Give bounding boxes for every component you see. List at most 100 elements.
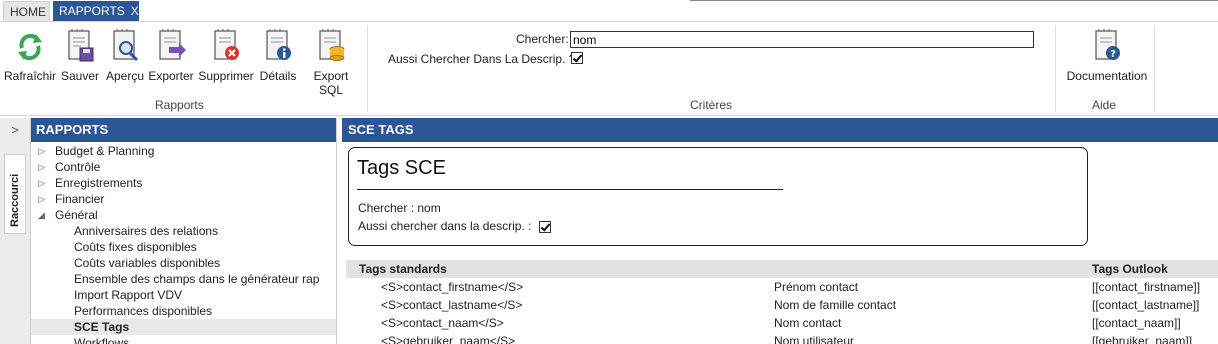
tree-item[interactable]: ◢ Général (31, 207, 336, 223)
tree-item[interactable]: Workflows (31, 335, 336, 344)
tree-item[interactable]: ▷ Contrôle (31, 159, 336, 175)
group-label-criteres: Critères (690, 98, 733, 112)
tags-table-header: Tags standards Tags Outlook (346, 260, 1218, 278)
column-header-outlook: Tags Outlook (1092, 262, 1168, 276)
tag-description-cell: Nom contact (774, 316, 842, 330)
ribbon-separator (1055, 26, 1056, 112)
group-label-rapports: Rapports (155, 98, 204, 112)
standard-tag-cell: <S>gebruiker_naam</S> (381, 334, 516, 344)
export-sql-button[interactable]: Export SQL (302, 28, 360, 97)
report-desc-line: Aussi chercher dans la descrip. : (358, 219, 551, 233)
documentation-button[interactable]: ? Documentation (1064, 28, 1150, 83)
collapse-arrow-icon[interactable]: ◢ (38, 207, 48, 223)
close-tab-icon[interactable]: X (131, 4, 139, 18)
tab-rapports-label: RAPPORTS (59, 4, 125, 18)
tree-item-label: Financier (55, 192, 105, 206)
delete-label: Supprimer (198, 69, 254, 83)
documentation-label: Documentation (1066, 69, 1148, 83)
svg-text:?: ? (1110, 49, 1116, 60)
tree-item-label: Performances disponibles (74, 304, 213, 318)
preview-button[interactable]: Aperçu (104, 28, 146, 83)
tag-description-cell: Nom de famille contact (774, 298, 897, 312)
criteria-desc-label: Aussi Chercher Dans La Descrip. ?: (388, 52, 579, 66)
tree-panel-header: RAPPORTS (31, 118, 336, 142)
shortcut-strip: > Raccourci (0, 118, 31, 344)
criteria-desc-checkbox[interactable] (571, 52, 583, 64)
criteria-search-input[interactable] (570, 31, 1034, 48)
expand-arrow-icon[interactable]: ▷ (38, 191, 48, 207)
standard-tag-cell: <S>contact_lastname</S> (381, 298, 523, 312)
export-sql-label: Export SQL (313, 69, 349, 97)
tree-item[interactable]: Performances disponibles (31, 303, 336, 319)
ribbon-separator (367, 26, 368, 112)
details-label: Détails (259, 69, 297, 83)
tree-item-label: Anniversaires des relations (74, 224, 219, 238)
tree-item[interactable]: SCE Tags (31, 319, 336, 335)
report-tree: ▷ Budget & Planning ▷ Contrôle ▷ Enregistreme… (31, 142, 336, 344)
report-title: Tags SCE (357, 157, 446, 179)
info-icon (266, 29, 291, 60)
tree-item-label: SCE Tags (74, 320, 130, 334)
refresh-icon (18, 33, 42, 61)
standard-tag-cell: <S>contact_firstname</S> (381, 280, 524, 294)
outlook-tag-cell: [[contact_lastname]] (1092, 298, 1200, 312)
outlook-tag-cell: [[contact_naam]] (1092, 316, 1181, 330)
tree-item-label: Workflows (74, 336, 130, 344)
report-search-line: Chercher : nom (358, 201, 441, 215)
preview-label: Aperçu (105, 69, 145, 83)
delete-button[interactable]: Supprimer (197, 28, 255, 83)
ribbon-separator (1154, 26, 1155, 112)
shortcut-tab[interactable]: Raccourci (4, 154, 26, 234)
export-button[interactable]: Exporter (148, 28, 194, 83)
expand-arrow-icon[interactable]: ▷ (38, 143, 48, 159)
top-divider (690, 0, 1218, 1)
tree-item[interactable]: ▷ Enregistrements (31, 175, 336, 191)
table-row: <S>contact_naam</S> Nom contact [[contact_… (346, 314, 1218, 332)
tree-item-label: Général (55, 208, 98, 222)
column-header-standard: Tags standards (359, 262, 447, 276)
delete-icon (214, 29, 239, 60)
tree-item-label: Enregistrements (55, 176, 143, 190)
expand-arrow-icon[interactable]: ▷ (38, 159, 48, 175)
tab-home[interactable]: HOME (3, 1, 50, 21)
report-desc-checkbox (538, 220, 551, 233)
table-row: <S>contact_firstname</S> Prénom contact [[… (346, 278, 1218, 296)
tag-description-cell: Nom utilisateur (774, 334, 855, 344)
report-criteria-card: Tags SCE Chercher : nom Aussi chercher d… (348, 147, 1088, 246)
criteria-search-label: Chercher: (516, 32, 569, 46)
report-tree-panel: RAPPORTS ▷ Budget & Planning ▷ Contrôle ▷ Enr… (31, 118, 337, 344)
tree-item[interactable]: Anniversaires des relations (31, 223, 336, 239)
tree-item[interactable]: Import Rapport VDV (31, 287, 336, 303)
export-icon (159, 29, 186, 60)
tree-item[interactable]: ▷ Financier (31, 191, 336, 207)
export-label: Exporter (148, 69, 194, 83)
tree-item[interactable]: Coûts fixes disponibles (31, 239, 336, 255)
help-icon: ? (1095, 29, 1120, 60)
expand-arrow-icon[interactable]: ▷ (38, 175, 48, 191)
refresh-label: Rafraîchir (4, 69, 57, 83)
tree-item-label: Import Rapport VDV (74, 288, 183, 302)
tree-item[interactable]: Ensemble des champs dans le générateur r… (31, 271, 336, 287)
refresh-button[interactable]: Rafraîchir (4, 28, 56, 83)
database-export-icon (319, 29, 345, 61)
tab-rapports[interactable]: RAPPORTS X (53, 1, 139, 21)
report-desc-label: Aussi chercher dans la descrip. : (358, 219, 532, 233)
save-label: Sauver (60, 69, 100, 83)
tree-item-label: Budget & Planning (55, 144, 155, 158)
tree-item-label: Ensemble des champs dans le générateur r… (74, 272, 320, 286)
tree-item-label: Contrôle (55, 160, 101, 174)
report-header: SCE TAGS (342, 118, 1218, 142)
details-button[interactable]: Détails (258, 28, 298, 83)
report-viewer: SCE TAGS Tags SCE Chercher : nom Aussi c… (342, 118, 1218, 344)
expand-sidebar-button[interactable]: > (0, 118, 30, 142)
tag-description-cell: Prénom contact (774, 280, 859, 294)
ribbon: Rafraîchir Sauver Aperçu Exporter Suppri… (0, 21, 1218, 116)
outlook-tag-cell: [[contact_firstname]] (1092, 280, 1201, 294)
save-button[interactable]: Sauver (59, 28, 101, 83)
tree-item[interactable]: Coûts variables disponibles (31, 255, 336, 271)
top-tab-bar: HOME RAPPORTS X (0, 0, 1218, 21)
preview-icon (113, 29, 139, 62)
tree-item[interactable]: ▷ Budget & Planning (31, 143, 336, 159)
title-divider (357, 189, 783, 190)
save-icon (68, 29, 94, 62)
